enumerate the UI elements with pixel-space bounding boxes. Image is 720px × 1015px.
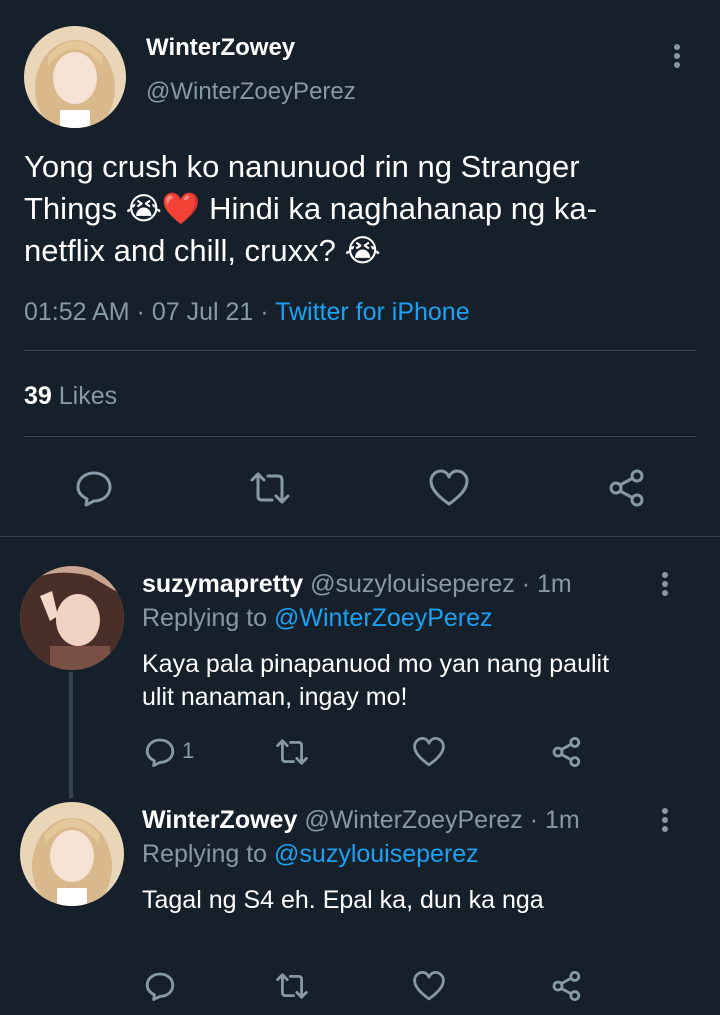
like-icon[interactable] bbox=[428, 468, 470, 508]
more-icon[interactable] bbox=[662, 808, 668, 835]
share-icon[interactable] bbox=[606, 468, 646, 508]
replying-to: Replying to @suzylouiseperez bbox=[142, 840, 479, 868]
share-icon[interactable] bbox=[550, 736, 582, 768]
reply2-text: Tagal ng S4 eh. Epal ka, dun ka nga bbox=[142, 886, 544, 914]
like-icon[interactable] bbox=[412, 970, 446, 1002]
reply2-header: WinterZowey @WinterZoeyPerez · 1m bbox=[142, 806, 580, 835]
replying-to: Replying to @WinterZoeyPerez bbox=[142, 604, 493, 632]
divider bbox=[0, 536, 720, 537]
reply-count: 1 bbox=[182, 738, 195, 763]
thread-line bbox=[69, 672, 73, 798]
tweet-source-link[interactable]: Twitter for iPhone bbox=[275, 298, 470, 326]
tweet-text: Yong crush ko nanunuod rin ng Stranger T… bbox=[24, 149, 597, 268]
tweet-timestamp: 01:52 AM · 07 Jul 21 · Twitter for iPhon… bbox=[24, 298, 470, 326]
reply-icon[interactable] bbox=[144, 736, 176, 768]
avatar-reply1[interactable] bbox=[20, 566, 124, 670]
retweet-icon[interactable] bbox=[274, 970, 310, 1002]
handle-time[interactable]: @suzylouiseperez · 1m bbox=[310, 570, 572, 598]
heart-emoji: ❤️ bbox=[161, 191, 201, 226]
share-icon[interactable] bbox=[550, 970, 582, 1002]
handle-time[interactable]: @WinterZoeyPerez · 1m bbox=[304, 806, 579, 834]
more-icon[interactable] bbox=[674, 44, 680, 71]
reply-icon[interactable] bbox=[74, 468, 114, 508]
mention-link[interactable]: @suzylouiseperez bbox=[274, 840, 479, 868]
mention-link[interactable]: @WinterZoeyPerez bbox=[274, 604, 493, 632]
retweet-icon[interactable] bbox=[248, 468, 292, 508]
display-name[interactable]: WinterZowey bbox=[142, 806, 297, 834]
divider bbox=[24, 350, 696, 351]
avatar-main[interactable] bbox=[24, 26, 126, 128]
divider bbox=[24, 436, 696, 437]
crying-emoji: 😭 bbox=[344, 233, 381, 268]
like-icon[interactable] bbox=[412, 736, 446, 768]
retweet-icon[interactable] bbox=[274, 736, 310, 768]
reply-icon[interactable] bbox=[144, 970, 176, 1002]
handle[interactable]: @WinterZoeyPerez bbox=[146, 78, 356, 106]
display-name[interactable]: WinterZowey bbox=[146, 34, 295, 62]
reply1-text: Kaya pala pinapanuod mo yan nang paulit … bbox=[142, 650, 610, 711]
reply1-header: suzymapretty @suzylouiseperez · 1m bbox=[142, 570, 572, 599]
crying-emoji: 😭 bbox=[125, 191, 162, 226]
more-icon[interactable] bbox=[662, 572, 668, 599]
likes-stat[interactable]: 39 Likes bbox=[24, 382, 117, 411]
avatar-reply2[interactable] bbox=[20, 802, 124, 906]
display-name[interactable]: suzymapretty bbox=[142, 570, 303, 598]
